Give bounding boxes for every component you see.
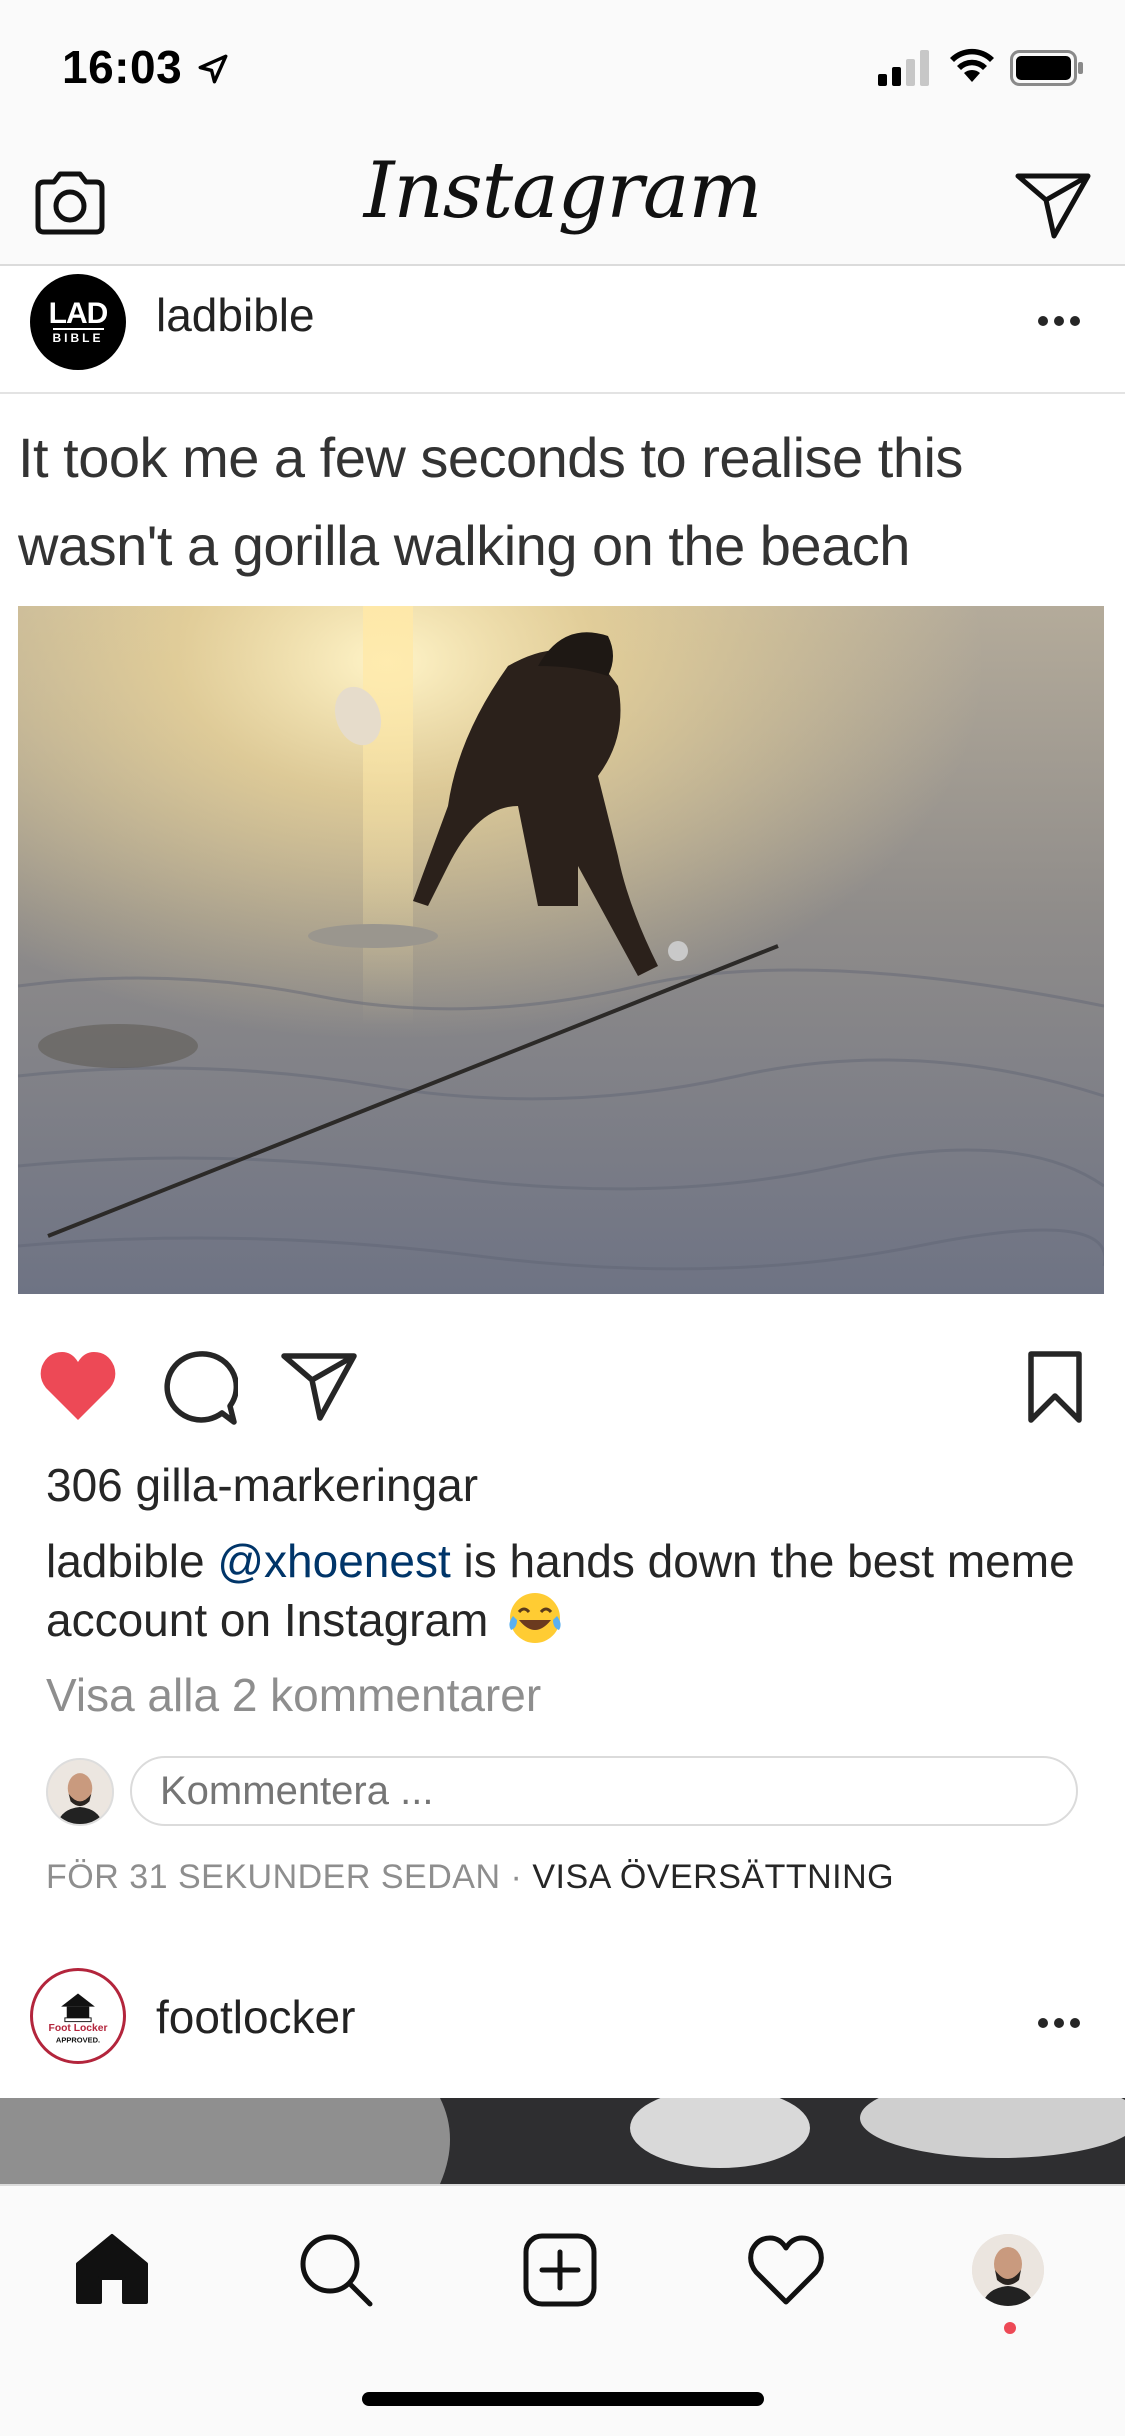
- status-bar: 16:03: [0, 0, 1125, 140]
- signal-icon: [878, 50, 929, 86]
- view-all-comments-link[interactable]: Visa alla 2 kommentarer: [46, 1668, 541, 1722]
- instagram-feed-screen: 16:03 Instagram LAD BIBLE ladbible It to…: [0, 0, 1125, 2436]
- add-post-icon[interactable]: [520, 2230, 600, 2310]
- comment-icon[interactable]: [160, 1350, 238, 1426]
- add-comment-row: [0, 1748, 1125, 1836]
- footlocker-logo-text: Foot Locker: [49, 2023, 108, 2034]
- battery-icon: [1010, 50, 1083, 86]
- avatar[interactable]: LAD BIBLE: [30, 274, 126, 370]
- comment-input[interactable]: [130, 1756, 1078, 1826]
- avatar-logo-subtext: BIBLE: [52, 327, 104, 345]
- status-time: 16:03: [62, 41, 183, 93]
- caption-username[interactable]: ladbible: [46, 1535, 205, 1587]
- avatar-footlocker[interactable]: Foot Locker APPROVED.: [30, 1968, 126, 2064]
- see-translation-link[interactable]: VISA ÖVERSÄTTNING: [532, 1858, 894, 1896]
- top-nav-bar: Instagram: [0, 140, 1125, 266]
- footlocker-logo-subtext: APPROVED.: [56, 2035, 100, 2044]
- like-heart-filled-icon[interactable]: [38, 1350, 118, 1422]
- instagram-logo: Instagram: [363, 146, 763, 236]
- caption-mention[interactable]: @xhoenest: [217, 1535, 450, 1587]
- post-header: LAD BIBLE ladbible: [0, 266, 1125, 394]
- current-user-avatar: [46, 1758, 114, 1826]
- more-options-icon[interactable]: [1036, 2016, 1082, 2030]
- post-timestamp: FÖR 31 SEKUNDER SEDAN: [46, 1858, 501, 1896]
- beach-photo: [18, 606, 1104, 1294]
- home-indicator[interactable]: [362, 2392, 764, 2406]
- post-image-2[interactable]: [0, 2098, 1125, 2184]
- likes-count[interactable]: 306 gilla-markeringar: [46, 1458, 478, 1512]
- send-icon[interactable]: [1014, 168, 1092, 240]
- wifi-icon: [950, 48, 994, 82]
- search-icon[interactable]: [296, 2230, 376, 2310]
- share-icon[interactable]: [280, 1350, 358, 1422]
- avatar-logo-text: LAD: [48, 296, 109, 330]
- profile-avatar[interactable]: [972, 2234, 1044, 2306]
- home-icon[interactable]: [72, 2230, 152, 2310]
- more-options-icon[interactable]: [1036, 314, 1082, 328]
- location-arrow-icon: [198, 54, 228, 84]
- post-username-2[interactable]: footlocker: [156, 1990, 355, 2044]
- laughing-tears-emoji-icon: [509, 1593, 561, 1643]
- post-header-2: Foot Locker APPROVED. footlocker: [0, 1966, 1125, 2098]
- post-meta: FÖR 31 SEKUNDER SEDAN · VISA ÖVERSÄTTNING: [46, 1858, 894, 1897]
- post-actions-bar: [0, 1336, 1125, 1446]
- activity-heart-icon[interactable]: [746, 2230, 826, 2310]
- meta-separator: ·: [510, 1858, 523, 1896]
- post-caption: ladbible @xhoenest is hands down the bes…: [46, 1532, 1086, 1649]
- post-username[interactable]: ladbible: [156, 288, 315, 342]
- bookmark-icon[interactable]: [1026, 1350, 1084, 1424]
- post-image[interactable]: It took me a few seconds to realise this…: [0, 394, 1125, 1304]
- meme-caption-text: It took me a few seconds to realise this…: [18, 426, 963, 577]
- notification-dot: [1004, 2322, 1016, 2334]
